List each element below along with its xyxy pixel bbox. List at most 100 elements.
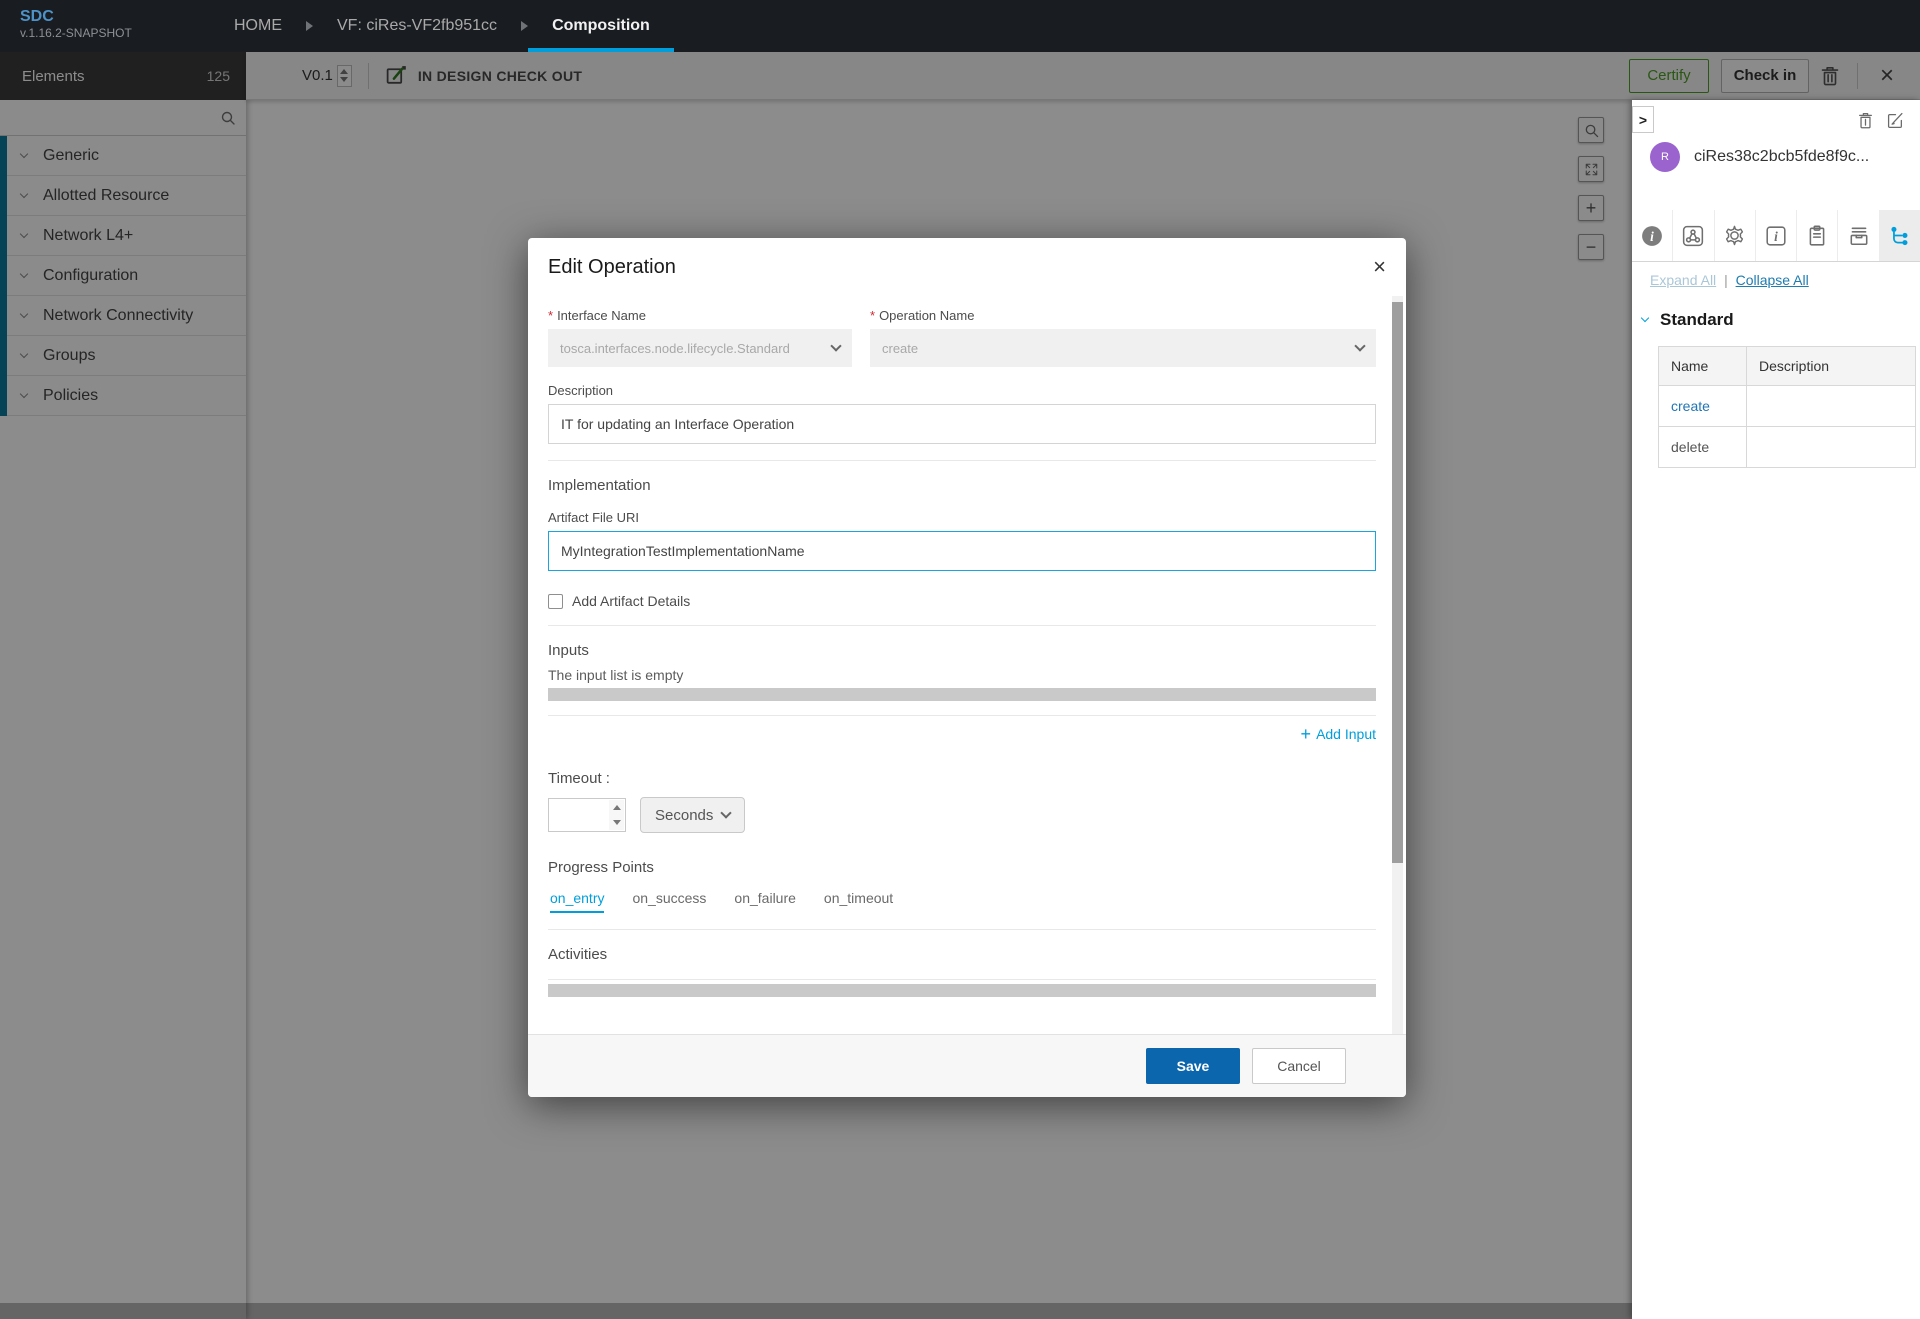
chevron-down-icon <box>830 340 841 351</box>
info-filled-icon: i <box>1641 225 1663 247</box>
tab-on-entry[interactable]: on_entry <box>550 890 604 913</box>
table-row[interactable]: create <box>1659 386 1916 427</box>
horizontal-scrollbar[interactable] <box>548 688 1376 701</box>
sdc-logo: SDC v.1.16.2-SNAPSHOT <box>0 0 210 52</box>
progress-point-tabs: on_entry on_success on_failure on_timeou… <box>550 890 1376 913</box>
divider <box>548 929 1376 930</box>
interface-name-label: *Interface Name <box>548 308 852 323</box>
component-name: ciRes38c2bcb5fde8f9c... <box>1694 148 1869 166</box>
modal-header: Edit Operation × <box>528 238 1406 296</box>
tab-on-timeout[interactable]: on_timeout <box>824 890 893 913</box>
modal-vertical-scrollbar[interactable] <box>1392 296 1403 1034</box>
timeout-label: Timeout : <box>548 770 1376 787</box>
table-row[interactable]: delete <box>1659 427 1916 468</box>
clipboard-icon <box>1806 225 1828 247</box>
inputs-label: Inputs <box>548 642 1376 659</box>
spin-down-icon <box>613 820 621 825</box>
interface-name-group: *Interface Name tosca.interfaces.node.li… <box>548 308 852 367</box>
implementation-label: Implementation <box>548 477 1376 494</box>
add-input-label: Add Input <box>1316 726 1376 742</box>
timeout-unit-select[interactable]: Seconds <box>640 797 745 833</box>
divider <box>548 979 1376 980</box>
info-outline-icon: i <box>1765 225 1787 247</box>
timeout-unit-value: Seconds <box>655 807 713 824</box>
expand-all-link[interactable]: Expand All <box>1650 272 1716 288</box>
number-spinner <box>609 800 624 830</box>
timeout-controls: Seconds <box>548 797 1376 833</box>
horizontal-scrollbar[interactable] <box>548 984 1376 997</box>
add-input-row: + Add Input <box>548 726 1376 742</box>
chevron-down-icon <box>1354 340 1365 351</box>
artifact-uri-input[interactable] <box>548 531 1376 571</box>
tab-home[interactable]: HOME <box>210 0 306 52</box>
standard-section-header[interactable]: Standard <box>1642 310 1916 330</box>
panel-tabs: i i <box>1632 210 1920 262</box>
tab-vf[interactable]: VF: ciRes-VF2fb951cc <box>313 0 521 52</box>
standard-interface-section: Standard Name Description create delete <box>1640 310 1916 468</box>
operation-name-select[interactable]: create <box>870 329 1376 367</box>
tab-composition-structure[interactable] <box>1673 210 1714 261</box>
tab-on-failure[interactable]: on_failure <box>734 890 796 913</box>
spin-up-button[interactable] <box>609 800 624 815</box>
checkbox-label: Add Artifact Details <box>572 593 690 609</box>
edit-operation-modal: Edit Operation × *Interface Name tosca.i… <box>528 238 1406 1097</box>
timeout-number-input[interactable] <box>548 798 626 832</box>
tab-artifacts[interactable] <box>1838 210 1879 261</box>
tab-operations[interactable] <box>1880 210 1920 261</box>
delete-icon[interactable] <box>1858 112 1873 129</box>
operation-name-group: *Operation Name create <box>870 308 1376 367</box>
panel-collapse-button[interactable]: > <box>1632 106 1654 133</box>
tab-requirements[interactable] <box>1797 210 1838 261</box>
modal-title: Edit Operation <box>548 256 1373 279</box>
add-artifact-details-checkbox[interactable]: Add Artifact Details <box>548 593 1376 609</box>
interface-name-select[interactable]: tosca.interfaces.node.lifecycle.Standard <box>548 329 852 367</box>
bottom-shadow <box>0 1303 1632 1319</box>
divider <box>548 460 1376 461</box>
composition-icon <box>1682 225 1704 247</box>
inputs-empty-text: The input list is empty <box>548 667 1376 683</box>
checkbox-icon[interactable] <box>548 594 563 609</box>
edit-icon[interactable] <box>1887 112 1904 129</box>
panel-top-actions <box>1858 112 1904 129</box>
modal-footer: Save Cancel <box>528 1034 1406 1097</box>
modal-body: *Interface Name tosca.interfaces.node.li… <box>528 296 1406 1034</box>
table-header-row: Name Description <box>1659 347 1916 386</box>
spin-down-button[interactable] <box>609 815 624 830</box>
chevron-down-icon <box>721 807 732 818</box>
component-title-row: R ciRes38c2bcb5fde8f9c... <box>1650 142 1910 172</box>
interface-name-value: tosca.interfaces.node.lifecycle.Standard <box>560 341 832 356</box>
close-icon[interactable]: × <box>1373 257 1386 277</box>
progress-points-label: Progress Points <box>548 859 1376 876</box>
artifact-uri-group: Artifact File URI <box>548 510 1376 571</box>
operation-delete-description <box>1747 427 1916 468</box>
tab-settings[interactable] <box>1715 210 1756 261</box>
avatar: R <box>1650 142 1680 172</box>
svg-text:i: i <box>1774 228 1778 243</box>
breadcrumb-arrow-icon <box>521 0 528 52</box>
scrollbar-thumb[interactable] <box>1392 302 1403 863</box>
required-marker: * <box>548 308 553 323</box>
gear-icon <box>1723 224 1746 247</box>
description-input[interactable] <box>548 404 1376 444</box>
operation-delete-label[interactable]: delete <box>1659 427 1747 468</box>
tab-information[interactable]: i <box>1756 210 1797 261</box>
spin-up-icon <box>613 805 621 810</box>
divider <box>548 625 1376 626</box>
expand-collapse-links: Expand All | Collapse All <box>1650 272 1809 288</box>
operation-name-value: create <box>882 341 1356 356</box>
save-button[interactable]: Save <box>1146 1048 1240 1084</box>
operation-create-description <box>1747 386 1916 427</box>
operation-create-link[interactable]: create <box>1659 386 1747 427</box>
chevron-down-icon <box>1641 314 1649 322</box>
column-header-description: Description <box>1747 347 1916 386</box>
collapse-all-link[interactable]: Collapse All <box>1736 272 1809 288</box>
add-input-button[interactable]: + Add Input <box>1301 726 1376 742</box>
cancel-button[interactable]: Cancel <box>1252 1048 1346 1084</box>
logo-title: SDC <box>20 8 210 26</box>
tab-general[interactable]: i <box>1632 210 1673 261</box>
tab-composition[interactable]: Composition <box>528 0 674 52</box>
required-marker: * <box>870 308 875 323</box>
divider <box>548 715 1376 716</box>
tab-on-success[interactable]: on_success <box>632 890 706 913</box>
name-fields-row: *Interface Name tosca.interfaces.node.li… <box>548 308 1376 367</box>
